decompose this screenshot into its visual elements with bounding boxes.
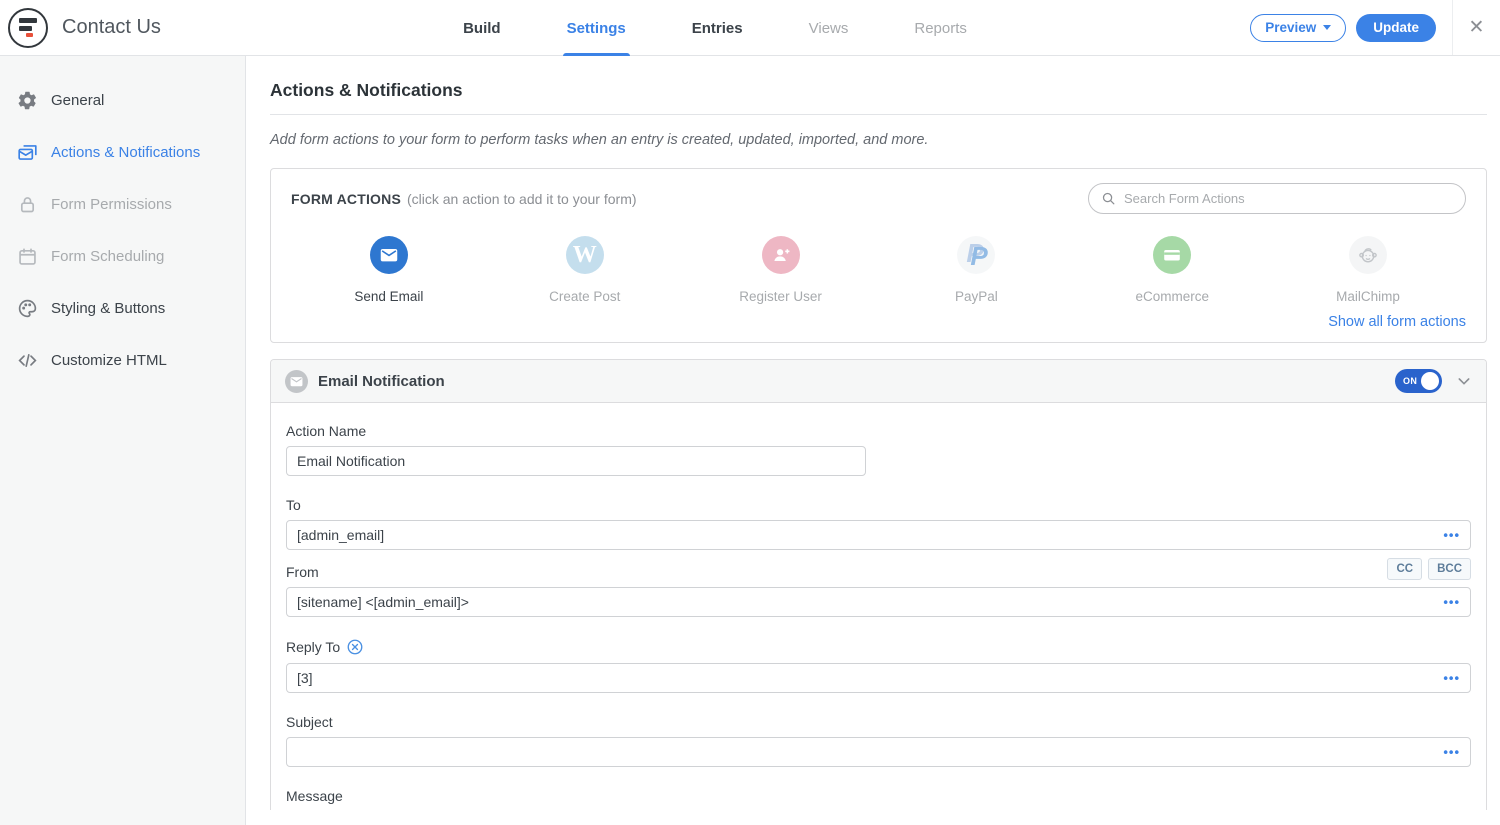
toggle-on-label: ON bbox=[1403, 376, 1417, 386]
mailchimp-icon bbox=[1349, 236, 1387, 274]
preview-button-label: Preview bbox=[1265, 20, 1316, 35]
action-name-label: Action Name bbox=[286, 423, 1471, 439]
to-label: To bbox=[286, 497, 1471, 513]
top-bar: Contact Us Build Settings Entries Views … bbox=[0, 0, 1500, 56]
action-paypal[interactable]: P P PayPal bbox=[878, 236, 1074, 304]
tab-views[interactable]: Views bbox=[805, 0, 853, 56]
email-notification-title: Email Notification bbox=[318, 373, 445, 390]
search-form-actions-input[interactable] bbox=[1124, 191, 1453, 206]
sidebar-item-styling-buttons[interactable]: Styling & Buttons bbox=[0, 282, 245, 334]
form-actions-heading: FORM ACTIONS bbox=[291, 191, 401, 207]
settings-main-panel: Actions & Notifications Add form actions… bbox=[246, 56, 1500, 825]
bcc-button[interactable]: BCC bbox=[1428, 558, 1471, 580]
to-options-dots-icon[interactable]: ••• bbox=[1443, 529, 1460, 542]
search-icon bbox=[1101, 191, 1116, 206]
formidable-logo-icon bbox=[8, 8, 48, 48]
calendar-icon bbox=[17, 246, 38, 267]
user-plus-icon bbox=[762, 236, 800, 274]
action-mailchimp[interactable]: MailChimp bbox=[1270, 236, 1466, 304]
action-register-user[interactable]: Register User bbox=[683, 236, 879, 304]
toggle-knob bbox=[1421, 372, 1439, 390]
sidebar-item-label: Form Permissions bbox=[51, 196, 172, 213]
action-label: Create Post bbox=[549, 289, 620, 304]
mail-stack-icon bbox=[17, 142, 38, 163]
show-all-form-actions-link[interactable]: Show all form actions bbox=[291, 314, 1466, 330]
preview-button[interactable]: Preview bbox=[1250, 14, 1346, 42]
message-label: Message bbox=[286, 788, 1471, 804]
tab-entries[interactable]: Entries bbox=[688, 0, 747, 56]
reply-to-input[interactable] bbox=[286, 663, 1471, 693]
form-title: Contact Us bbox=[62, 16, 161, 39]
update-button[interactable]: Update bbox=[1356, 14, 1436, 42]
action-ecommerce[interactable]: eCommerce bbox=[1074, 236, 1270, 304]
form-actions-card: FORM ACTIONS (click an action to add it … bbox=[270, 168, 1487, 343]
topbar-actions: Preview Update ✕ bbox=[1250, 0, 1500, 55]
to-input[interactable] bbox=[286, 520, 1471, 550]
close-button[interactable]: ✕ bbox=[1452, 0, 1500, 55]
search-form-actions-box bbox=[1088, 183, 1466, 214]
code-icon bbox=[17, 350, 38, 371]
tab-settings[interactable]: Settings bbox=[563, 0, 630, 56]
sidebar-item-label: General bbox=[51, 92, 104, 109]
action-send-email[interactable]: Send Email bbox=[291, 236, 487, 304]
from-options-dots-icon[interactable]: ••• bbox=[1443, 596, 1460, 609]
envelope-badge-icon bbox=[285, 370, 308, 393]
page-subtitle: Add form actions to your form to perform… bbox=[270, 132, 1487, 148]
credit-card-icon bbox=[1153, 236, 1191, 274]
sidebar-item-label: Styling & Buttons bbox=[51, 300, 165, 317]
action-label: PayPal bbox=[955, 289, 998, 304]
sidebar-item-label: Form Scheduling bbox=[51, 248, 164, 265]
close-icon: ✕ bbox=[1469, 18, 1485, 37]
from-label: From bbox=[286, 564, 319, 580]
form-actions-row: Send Email W Create Post Register User P… bbox=[291, 236, 1466, 304]
wordpress-monogram: W bbox=[573, 242, 597, 269]
form-actions-hint: (click an action to add it to your form) bbox=[407, 191, 637, 207]
cc-button[interactable]: CC bbox=[1387, 558, 1422, 580]
envelope-icon bbox=[370, 236, 408, 274]
sidebar-item-form-scheduling[interactable]: Form Scheduling bbox=[0, 230, 245, 282]
email-notification-body: Action Name To ••• From CC BCC ••• Reply… bbox=[271, 403, 1486, 810]
action-label: Send Email bbox=[354, 289, 423, 304]
gear-icon bbox=[17, 90, 38, 111]
from-input[interactable] bbox=[286, 587, 1471, 617]
email-notification-card: Email Notification ON Action Name To •••… bbox=[270, 359, 1487, 810]
sidebar-item-label: Actions & Notifications bbox=[51, 144, 200, 161]
sidebar-item-general[interactable]: General bbox=[0, 74, 245, 126]
caret-down-icon bbox=[1323, 25, 1331, 30]
settings-sidebar: General Actions & Notifications Form Per… bbox=[0, 56, 246, 825]
chevron-down-icon[interactable] bbox=[1456, 373, 1472, 389]
lock-icon bbox=[17, 194, 38, 215]
action-create-post[interactable]: W Create Post bbox=[487, 236, 683, 304]
page-title: Actions & Notifications bbox=[270, 80, 1487, 115]
subject-input[interactable] bbox=[286, 737, 1471, 767]
action-label: Register User bbox=[739, 289, 822, 304]
paypal-monogram-front: P bbox=[970, 241, 987, 272]
remove-reply-to-icon[interactable] bbox=[346, 638, 364, 656]
email-notification-header[interactable]: Email Notification ON bbox=[271, 360, 1486, 403]
action-name-input[interactable] bbox=[286, 446, 866, 476]
subject-label: Subject bbox=[286, 714, 1471, 730]
tab-reports[interactable]: Reports bbox=[910, 0, 971, 56]
sidebar-item-label: Customize HTML bbox=[51, 352, 167, 369]
email-notification-toggle[interactable]: ON bbox=[1395, 369, 1442, 393]
action-label: eCommerce bbox=[1135, 289, 1209, 304]
paypal-icon: P P bbox=[957, 236, 995, 274]
subject-options-dots-icon[interactable]: ••• bbox=[1443, 746, 1460, 759]
sidebar-item-actions-notifications[interactable]: Actions & Notifications bbox=[0, 126, 245, 178]
sidebar-item-form-permissions[interactable]: Form Permissions bbox=[0, 178, 245, 230]
reply-to-label-text: Reply To bbox=[286, 639, 340, 655]
reply-to-label: Reply To bbox=[286, 638, 1471, 656]
palette-icon bbox=[17, 298, 38, 319]
reply-to-options-dots-icon[interactable]: ••• bbox=[1443, 672, 1460, 685]
sidebar-item-customize-html[interactable]: Customize HTML bbox=[0, 334, 245, 386]
tab-build[interactable]: Build bbox=[459, 0, 505, 56]
action-label: MailChimp bbox=[1336, 289, 1400, 304]
wordpress-icon: W bbox=[566, 236, 604, 274]
